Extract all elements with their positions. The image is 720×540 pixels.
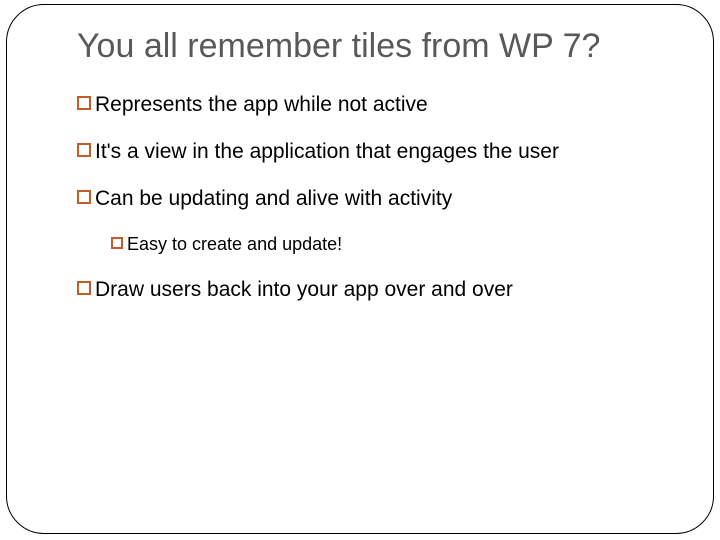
square-bullet-icon (77, 143, 91, 157)
bullet-item: Draw users back into your app over and o… (77, 277, 643, 302)
bullet-item: It's a view in the application that enga… (77, 139, 643, 164)
bullet-item: Represents the app while not active (77, 92, 643, 117)
slide-title: You all remember tiles from WP 7? (77, 27, 643, 66)
square-bullet-icon (77, 190, 91, 204)
bullet-item-sub: Easy to create and update! (111, 234, 643, 256)
square-bullet-icon (111, 237, 123, 249)
square-bullet-icon (77, 281, 91, 295)
bullet-text: Draw users back into your app over and o… (95, 277, 513, 302)
bullet-text: It's a view in the application that enga… (95, 139, 559, 164)
bullet-text: Represents the app while not active (95, 92, 428, 117)
slide-frame: You all remember tiles from WP 7? Repres… (6, 4, 714, 534)
bullet-text: Can be updating and alive with activity (95, 186, 452, 211)
bullet-item: Can be updating and alive with activity (77, 186, 643, 211)
bullet-text: Easy to create and update! (127, 234, 342, 256)
square-bullet-icon (77, 96, 91, 110)
